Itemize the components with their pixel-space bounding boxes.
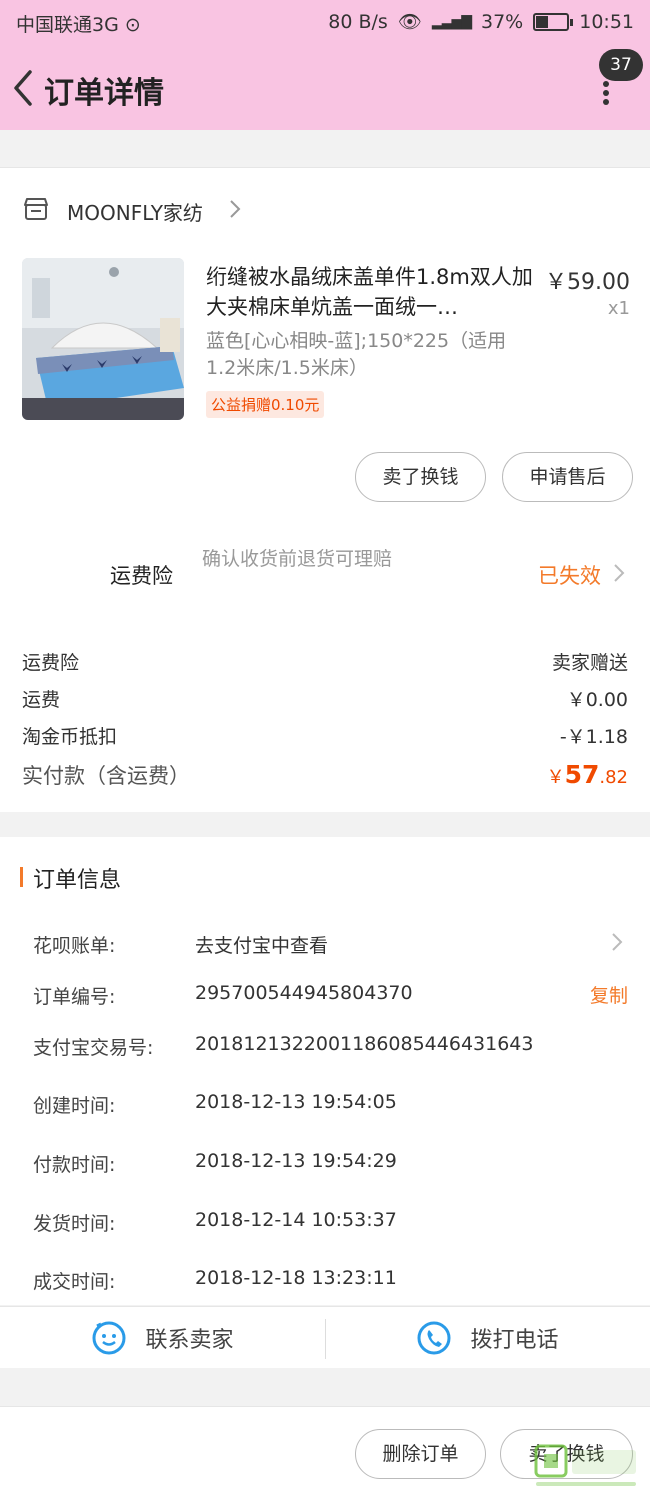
- back-arrow-icon[interactable]: [8, 66, 48, 110]
- page-title: 订单详情: [44, 76, 164, 111]
- chevron-right-icon[interactable]: [228, 198, 242, 220]
- info-key: 订单编号:: [33, 986, 116, 1008]
- status-carrier: 中国联通3G ⊙: [16, 10, 141, 37]
- call-phone-label: 拨打电话: [470, 1328, 559, 1353]
- info-key: 创建时间:: [33, 1095, 116, 1117]
- battery-icon: [533, 12, 574, 31]
- fee-value: -￥1.18: [559, 726, 628, 748]
- order-info-title: 订单信息: [33, 868, 122, 893]
- total-amount: ￥57.82: [547, 760, 628, 789]
- insurance-status[interactable]: 已失效: [538, 560, 601, 590]
- app-header: 中国联通3G ⊙ 80 B/s 👁 ▂▃▅▇ 37% 10:51 订单详情 37: [0, 0, 650, 130]
- product-quantity: x1: [607, 298, 630, 319]
- fee-value: 卖家赠送: [551, 652, 628, 674]
- store-icon[interactable]: [22, 196, 50, 222]
- fee-label: 运费: [22, 689, 61, 711]
- shipping-insurance-desc: 确认收货前退货可理赔: [202, 548, 393, 570]
- product-spec: 蓝色[心心相映-蓝];150*225（适用1.2米床/1.5米床）: [206, 330, 507, 379]
- total-label: 实付款（含运费）: [22, 764, 190, 788]
- total-integer: 57: [564, 760, 600, 789]
- fee-label: 淘金币抵扣: [22, 726, 118, 748]
- site-watermark-logo: [532, 1444, 644, 1496]
- info-value: 2018-12-13 19:54:05: [195, 1091, 397, 1113]
- fee-label: 运费险: [22, 652, 80, 674]
- after-sale-button[interactable]: 申请售后: [502, 452, 633, 502]
- info-value: 2018-12-13 19:54:29: [195, 1150, 397, 1172]
- info-value: 2018-12-14 10:53:37: [195, 1209, 397, 1231]
- network-speed: 80 B/s: [328, 10, 388, 33]
- donation-tag: 公益捐赠0.10元: [206, 391, 325, 418]
- info-value: 2018121322001186085446431643: [195, 1033, 534, 1055]
- info-key: 发货时间:: [33, 1213, 116, 1235]
- product-price: ￥59.00: [545, 270, 630, 295]
- info-key: 花呗账单:: [33, 935, 116, 957]
- signal-icon: ▂▃▅▇: [431, 13, 472, 30]
- contact-seller-button[interactable]: 联系卖家: [0, 1307, 325, 1369]
- chat-face-icon: [92, 1321, 126, 1355]
- info-value: 295700544945804370: [195, 982, 413, 1004]
- copy-order-number-button[interactable]: 复制: [590, 981, 628, 1008]
- phone-icon: [417, 1321, 451, 1355]
- contact-seller-label: 联系卖家: [145, 1328, 234, 1353]
- more-vertical-icon[interactable]: [596, 76, 616, 110]
- order-product-panel: MOONFLY家纺 绗缝被水晶绒床盖单件1.8m双人加大夹棉床单炕盖一面绒一… …: [0, 167, 650, 812]
- fee-value: ￥0.00: [566, 689, 628, 711]
- delete-order-button[interactable]: 删除订单: [355, 1429, 486, 1479]
- info-value[interactable]: 去支付宝中查看: [195, 931, 328, 958]
- product-image[interactable]: [22, 258, 184, 420]
- eye-icon: 👁: [397, 11, 422, 33]
- store-name[interactable]: MOONFLY家纺: [67, 197, 203, 226]
- fee-row-coin-discount: 淘金币抵扣 -￥1.18: [22, 722, 628, 749]
- sync-icon: ⊙: [124, 14, 141, 36]
- clock: 10:51: [579, 10, 634, 33]
- fee-row-total: 实付款（含运费） ￥57.82: [22, 760, 628, 790]
- carrier-label: 中国联通3G: [16, 14, 119, 36]
- sell-for-cash-button[interactable]: 卖了换钱: [355, 452, 486, 502]
- product-title[interactable]: 绗缝被水晶绒床盖单件1.8m双人加大夹棉床单炕盖一面绒一…: [206, 262, 536, 322]
- status-indicators: 80 B/s 👁 ▂▃▅▇ 37% 10:51: [328, 10, 634, 34]
- chevron-right-icon[interactable]: [612, 562, 626, 584]
- shipping-insurance-label: 运费险: [110, 564, 173, 588]
- fee-row-shipping: 运费 ￥0.00: [22, 685, 628, 712]
- info-key: 支付宝交易号:: [33, 1037, 154, 1059]
- currency-symbol: ￥: [546, 767, 565, 788]
- order-info-panel: 订单信息 花呗账单: 去支付宝中查看 订单编号: 295700544945804…: [0, 837, 650, 1305]
- info-value: 2018-12-18 13:23:11: [195, 1267, 397, 1289]
- total-decimal: .82: [599, 767, 628, 788]
- section-accent-bar: [20, 867, 23, 887]
- contact-bar: 联系卖家 拨打电话: [0, 1306, 650, 1368]
- battery-percent: 37%: [481, 10, 524, 33]
- chevron-right-icon[interactable]: [610, 931, 624, 953]
- info-key: 付款时间:: [33, 1154, 116, 1176]
- call-phone-button[interactable]: 拨打电话: [325, 1307, 650, 1369]
- message-count-badge[interactable]: 37: [599, 49, 643, 81]
- fee-row-insurance: 运费险 卖家赠送: [22, 648, 628, 675]
- info-key: 成交时间:: [33, 1271, 116, 1293]
